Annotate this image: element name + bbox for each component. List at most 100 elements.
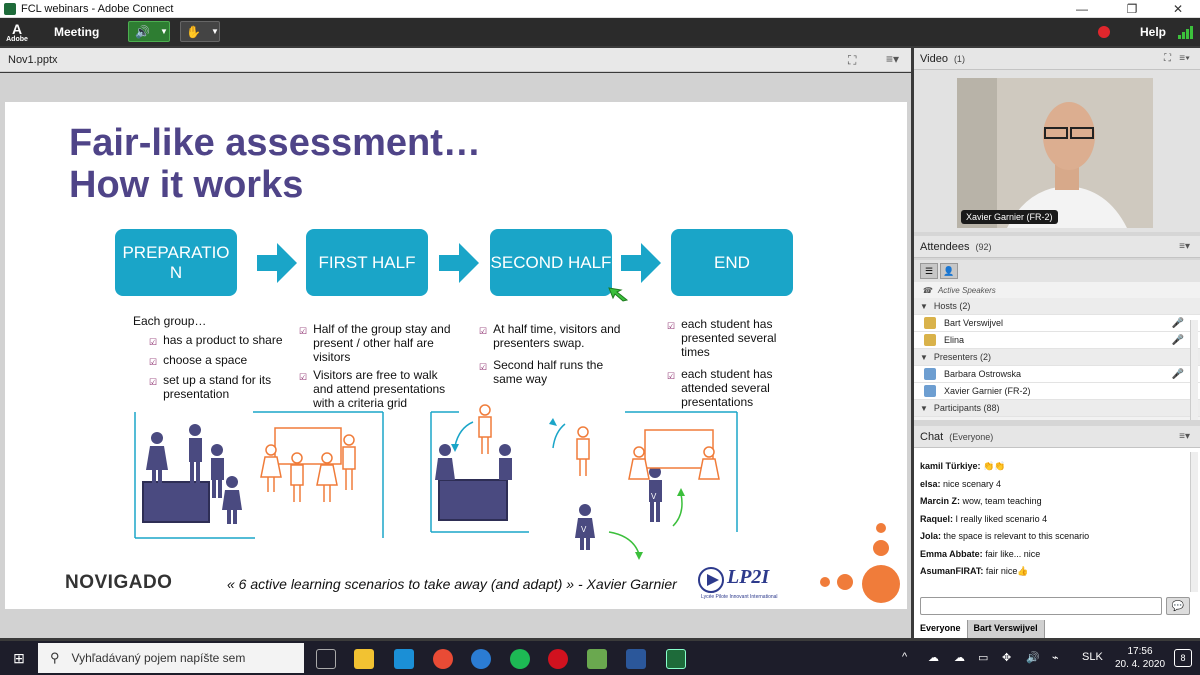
attendee-row[interactable]: Barbara Ostrowska 🎤 [914,366,1200,383]
onedrive-icon[interactable]: ☁ [928,651,939,664]
lp2i-logo-subtitle: Lycée Pilote Innovant International [701,594,778,600]
taskbar-clock[interactable]: 17:56 20. 4. 2020 [1112,645,1168,671]
share-pod-content: Fair-like assessment… How it works PREPA… [0,73,911,638]
search-placeholder: Vyhľadávaný pojem napíšte sem [71,651,246,665]
chevron-down-icon[interactable]: ▼ [160,27,168,36]
attendee-name: Barbara Ostrowska [944,369,1022,379]
notifications-badge[interactable]: 8 [1174,649,1192,667]
chat-text: fair like... nice [985,548,1041,559]
checkbox-bullet-icon: ☑ [299,326,308,336]
window-title-bar: FCL webinars - Adobe Connect — ❐ ✕ [0,0,1200,18]
checkbox-bullet-icon: ☑ [479,362,488,372]
chat-message: elsa: nice scenary 4 [914,476,1200,494]
minimize-button[interactable]: — [1060,0,1104,18]
input-language[interactable]: SLK [1082,651,1103,663]
microphone-icon: 🎤 [1171,334,1184,346]
chrome-icon[interactable] [433,649,453,669]
search-icon: ⚲ [50,650,60,665]
help-menu[interactable]: Help [1140,25,1166,39]
speaker-button[interactable]: 🔊 ▼ [128,21,170,42]
chat-message: Raquel: I really liked scenario 4 [914,511,1200,529]
word-icon[interactable] [626,649,646,669]
chat-tabs: Everyone Bart Verswijvel [914,620,1045,638]
attendees-count: (92) [975,241,992,252]
volume-icon[interactable]: 🔊 [1026,651,1040,664]
cursor-pointer-icon [608,287,629,302]
chat-tab-private[interactable]: Bart Verswijvel [967,620,1045,638]
participants-group[interactable]: ▼ Participants (88) [914,400,1200,417]
spotify-icon[interactable] [510,649,530,669]
battery-icon[interactable]: ▭ [978,651,988,664]
attendee-row[interactable]: Bart Verswijvel 🎤 [914,315,1200,332]
beta-app-icon[interactable] [394,649,414,669]
pod-menu-icon[interactable]: ⛶ ≡▾ [1164,53,1190,64]
file-explorer-icon[interactable] [354,649,374,669]
attendee-name: Elina [944,335,965,345]
opera-icon[interactable] [548,649,568,669]
hosts-group-label: Hosts (2) [933,301,971,311]
attendees-scrollbar[interactable] [1190,320,1198,420]
arrow-right-icon [439,243,479,283]
network-icon[interactable]: ⌁ [1052,651,1059,664]
attendee-row[interactable]: Xavier Garnier (FR-2) [914,383,1200,400]
adobe-connect-taskbar-icon[interactable] [666,649,686,669]
clock-date: 20. 4. 2020 [1114,659,1166,670]
preparation-text: Each group… ☑ has a product to share ☑ cho… [133,314,283,405]
microphone-icon: 🎤 [1171,368,1184,380]
chevron-down-icon[interactable]: ▼ [211,27,219,36]
fullscreen-icon[interactable]: ⛶ [848,53,856,68]
tray-expand-icon[interactable]: ^ [902,651,907,663]
chat-pod-content: kamil Türkiye: 👏👏 elsa: nice scenary 4 M… [914,448,1200,638]
attendee-row[interactable]: Elina 🎤 [914,332,1200,349]
books-app-icon[interactable] [587,649,607,669]
collapse-triangle-icon[interactable]: ▼ [920,302,928,311]
window-title: FCL webinars - Adobe Connect [21,2,174,15]
chat-author: kamil Türkiye: [920,461,981,471]
participants-group-label: Participants (88) [933,403,1000,413]
recording-indicator-icon[interactable] [1098,26,1110,38]
preparation-intro: Each group… [133,314,207,328]
pod-menu-icon[interactable]: ≡▾ [1179,241,1190,252]
close-button[interactable]: ✕ [1156,0,1200,18]
pod-menu-icon[interactable]: ≡▾ [1179,431,1190,442]
chat-scrollbar[interactable] [1190,452,1198,592]
hosts-group[interactable]: ▼ Hosts (2) [914,298,1200,315]
edge-icon[interactable] [471,649,491,669]
presenters-group[interactable]: ▼ Presenters (2) [914,349,1200,366]
collapse-triangle-icon[interactable]: ▼ [920,353,928,362]
cloud-icon[interactable]: ☁ [954,651,965,664]
chat-tab-everyone[interactable]: Everyone [914,620,968,638]
preparation-bullet: choose a space [163,353,248,367]
chat-text: I really liked scenario 4 [955,513,1048,524]
pod-menu-icon[interactable]: ≡▾ [886,52,899,66]
slide-title: Fair-like assessment… How it works [69,122,481,206]
checkbox-bullet-icon: ☑ [149,337,158,347]
dropbox-icon[interactable]: ✥ [1002,651,1011,664]
video-pod-count: (1) [953,53,965,64]
chat-text: 👏👏 [983,461,1006,471]
meeting-menu-bar: A Adobe Meeting 🔊 ▼ ✋ ▼ Help [0,18,1200,46]
phone-icon: ☎ [922,285,932,295]
raise-hand-button[interactable]: ✋ ▼ [180,21,220,42]
stand-setup-illustration [134,411,384,539]
collapse-triangle-icon[interactable]: ▼ [920,404,928,413]
maximize-button[interactable]: ❐ [1110,0,1154,18]
hand-icon: ✋ [186,24,201,39]
people-view-icon[interactable]: 👤 [940,263,958,279]
taskbar-search-input[interactable]: ⚲ Vyhľadávaný pojem napíšte sem [38,643,304,673]
chat-message: Marcin Z: wow, team teaching [914,493,1200,511]
chat-message-input[interactable] [920,597,1162,615]
windows-taskbar: ⊞ ⚲ Vyhľadávaný pojem napíšte sem ^ ☁ ☁ … [0,641,1200,675]
send-message-icon[interactable]: 💬 [1166,597,1190,615]
meeting-menu[interactable]: Meeting [54,25,99,39]
task-view-icon[interactable] [316,649,336,669]
stage-first-half: FIRST HALF [306,229,428,296]
windows-start-icon[interactable]: ⊞ [0,641,38,675]
attendee-name: Bart Verswijvel [944,318,1004,328]
connection-signal-icon [1178,25,1193,39]
second-half-bullet: Second half runs the same way [493,358,604,386]
chat-pod-title: Chat [920,430,944,443]
checkbox-bullet-icon: ☑ [299,372,308,382]
video-pod-header: Video (1) ⛶ ≡▾ [914,48,1200,70]
list-view-icon[interactable]: ☰ [920,263,938,279]
